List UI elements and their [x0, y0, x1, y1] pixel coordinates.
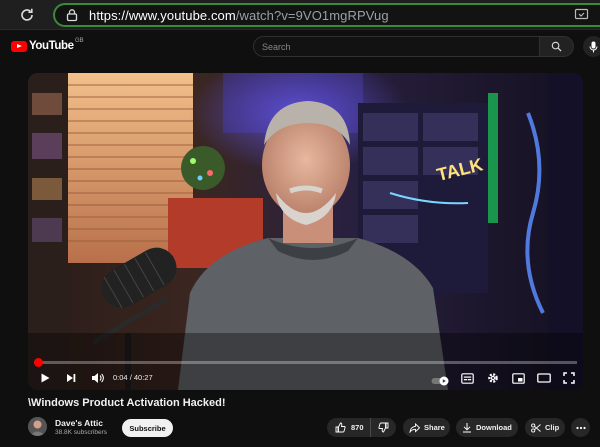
reload-icon[interactable]: [17, 5, 37, 25]
download-icon: [463, 423, 471, 433]
time-display: 0:04 / 40:27: [113, 373, 153, 382]
theater-mode-icon[interactable]: [536, 370, 552, 386]
video-frame: TALK: [28, 73, 583, 390]
progress-scrubber[interactable]: [34, 358, 43, 367]
progress-bar[interactable]: [34, 358, 577, 367]
video-title: \Windows Product Activation Hacked!: [28, 397, 226, 409]
url-path: /watch?v=9VO1mgRPVug: [235, 8, 389, 23]
scissors-icon: [531, 422, 541, 433]
like-count: 870: [351, 423, 364, 432]
miniplayer-icon[interactable]: [510, 370, 526, 386]
search-button[interactable]: [539, 36, 574, 57]
duration: 40:27: [133, 373, 153, 382]
subtitles-icon[interactable]: [459, 370, 475, 386]
clip-label: Clip: [545, 423, 560, 432]
search-box[interactable]: [253, 36, 540, 57]
search-input[interactable]: [254, 37, 539, 56]
settings-gear-icon[interactable]: [485, 370, 501, 386]
more-actions-button[interactable]: [571, 418, 590, 437]
dislike-button[interactable]: [371, 418, 396, 437]
next-icon[interactable]: [63, 370, 79, 386]
subscriber-count: 38.8K subscribers: [55, 429, 108, 436]
address-bar[interactable]: https://www.youtube.com/watch?v=9VO1mgRP…: [53, 3, 600, 27]
thumbs-up-icon: [335, 422, 346, 433]
youtube-logo[interactable]: YouTube GB: [11, 38, 84, 52]
url-host: https://www.youtube.com: [89, 8, 236, 23]
volume-icon[interactable]: [89, 370, 105, 386]
region-code: GB: [75, 38, 84, 44]
microphone-icon: [589, 41, 598, 52]
more-horizontal-icon: [575, 426, 586, 429]
share-icon: [409, 422, 420, 433]
like-button[interactable]: 870: [327, 418, 371, 437]
subscribe-button[interactable]: Subscribe: [122, 419, 173, 437]
video-player[interactable]: TALK 0:04 / 40:27: [28, 73, 583, 390]
current-time: 0:04: [113, 373, 128, 382]
channel-name[interactable]: Dave's Attic: [55, 418, 103, 428]
youtube-masthead: YouTube GB: [0, 31, 600, 61]
browser-toolbar: https://www.youtube.com/watch?v=9VO1mgRP…: [0, 0, 600, 30]
share-button[interactable]: Share: [403, 418, 450, 437]
download-button[interactable]: Download: [456, 418, 518, 437]
play-icon[interactable]: [37, 370, 53, 386]
channel-avatar[interactable]: [28, 417, 47, 436]
site-info-icon[interactable]: [65, 8, 79, 22]
url-text[interactable]: https://www.youtube.com/watch?v=9VO1mgRP…: [89, 8, 389, 23]
like-dislike-group: 870: [327, 418, 396, 437]
share-label: Share: [424, 423, 445, 432]
fullscreen-icon[interactable]: [561, 370, 577, 386]
thumbs-down-icon: [378, 422, 389, 433]
autoplay-toggle[interactable]: [431, 373, 451, 386]
download-label: Download: [476, 423, 512, 432]
search-icon: [551, 41, 562, 52]
cast-icon[interactable]: [574, 8, 590, 22]
voice-search-button[interactable]: [583, 36, 600, 57]
player-controls: 0:04 / 40:27: [28, 368, 583, 388]
logo-text: YouTube: [29, 40, 74, 52]
clip-button[interactable]: Clip: [525, 418, 565, 437]
youtube-play-icon: [11, 40, 27, 52]
